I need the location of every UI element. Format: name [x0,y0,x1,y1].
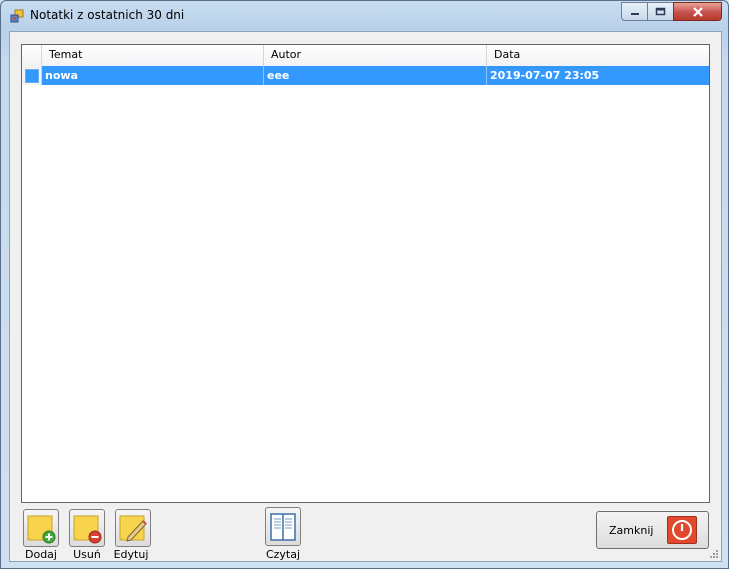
cell-data[interactable]: 2019-07-07 23:05 [487,66,709,85]
close-icon [692,6,703,17]
read-note-label: Czytaj [265,548,301,561]
maximize-button[interactable] [647,2,674,21]
minimize-icon [630,12,639,15]
cell-temat[interactable]: nowa [42,66,264,85]
column-header-temat[interactable]: Temat [42,45,264,66]
grid-header: Temat Autor Data [22,45,709,67]
read-note-button[interactable] [265,507,301,546]
edit-note-icon [119,515,147,542]
title-bar[interactable]: Notatki z ostatnich 30 dni [1,1,728,31]
grid-corner[interactable] [22,45,42,66]
window-title: Notatki z ostatnich 30 dni [30,8,185,22]
notes-grid[interactable]: Temat Autor Data nowa eee 2019-07-07 23:… [21,44,710,503]
add-note-icon [27,515,56,544]
zamknij-label: Zamknij [609,524,654,537]
table-row[interactable]: nowa eee 2019-07-07 23:05 [22,66,709,85]
close-window-button[interactable] [673,2,722,21]
add-note-label: Dodaj [25,548,57,561]
restore-icon [655,7,666,16]
resize-grip-icon[interactable] [709,549,719,559]
column-header-autor[interactable]: Autor [264,45,487,66]
delete-note-button[interactable] [69,509,105,547]
read-book-icon [270,513,296,541]
power-icon [667,516,697,544]
minimize-button[interactable] [621,2,648,21]
client-area: Temat Autor Data nowa eee 2019-07-07 23:… [9,31,722,562]
app-icon [10,9,24,23]
add-note-button[interactable] [23,509,59,547]
row-selector [25,69,39,83]
zamknij-button[interactable]: Zamknij [596,511,709,549]
edit-note-button[interactable] [115,509,151,547]
column-header-data[interactable]: Data [487,45,709,66]
cell-autor[interactable]: eee [264,66,487,85]
edit-note-label: Edytuj [113,548,149,561]
app-window: Notatki z ostatnich 30 dni Temat Autor D… [0,0,729,569]
row-header[interactable] [22,66,42,85]
delete-note-label: Usuń [73,548,101,561]
delete-note-icon [73,515,102,544]
